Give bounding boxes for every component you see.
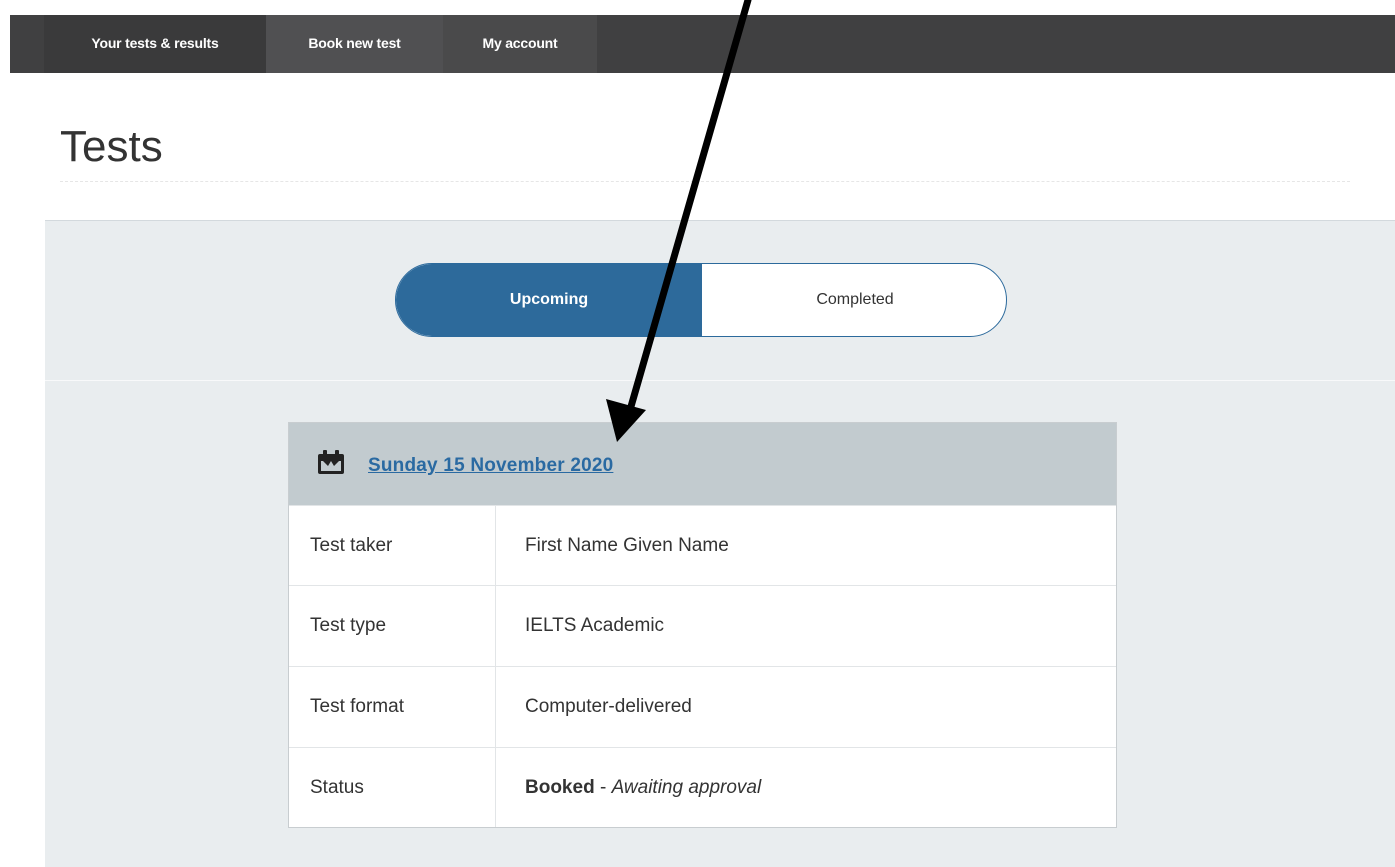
table-row: Test format Computer-delivered bbox=[289, 666, 1116, 746]
status-value: Booked - Awaiting approval bbox=[525, 748, 761, 828]
test-taker-value: First Name Given Name bbox=[525, 535, 729, 556]
test-format-label: Test format bbox=[310, 696, 404, 717]
title-divider bbox=[60, 181, 1350, 182]
nav-my-account[interactable]: My account bbox=[443, 15, 597, 73]
test-taker-label: Test taker bbox=[310, 535, 393, 556]
nav-your-tests-results[interactable]: Your tests & results bbox=[44, 15, 266, 73]
status-awaiting-approval: Awaiting approval bbox=[611, 777, 762, 798]
panel-divider bbox=[45, 380, 1395, 381]
tab-completed[interactable]: Completed bbox=[702, 264, 1006, 336]
status-booked: Booked bbox=[525, 777, 595, 798]
nav-book-new-test[interactable]: Book new test bbox=[266, 15, 443, 73]
table-row: Test type IELTS Academic bbox=[289, 585, 1116, 665]
test-booking-card: Sunday 15 November 2020 Test taker First… bbox=[288, 422, 1117, 828]
test-type-value: IELTS Academic bbox=[525, 615, 665, 636]
card-header: Sunday 15 November 2020 bbox=[289, 423, 1116, 505]
test-format-value: Computer-delivered bbox=[525, 696, 692, 717]
table-row: Status Booked - Awaiting approval bbox=[289, 747, 1116, 827]
status-label: Status bbox=[310, 777, 364, 798]
page-title: Tests bbox=[60, 122, 163, 171]
top-navigation: Your tests & results Book new test My ac… bbox=[10, 15, 1395, 73]
tab-upcoming[interactable]: Upcoming bbox=[396, 264, 702, 336]
tests-tab-toggle: Upcoming Completed bbox=[395, 263, 1007, 337]
test-date-link[interactable]: Sunday 15 November 2020 bbox=[368, 455, 613, 477]
table-row: Test taker First Name Given Name bbox=[289, 505, 1116, 585]
status-separator: - bbox=[594, 777, 612, 798]
calendar-icon bbox=[318, 450, 344, 474]
test-type-label: Test type bbox=[310, 615, 387, 636]
